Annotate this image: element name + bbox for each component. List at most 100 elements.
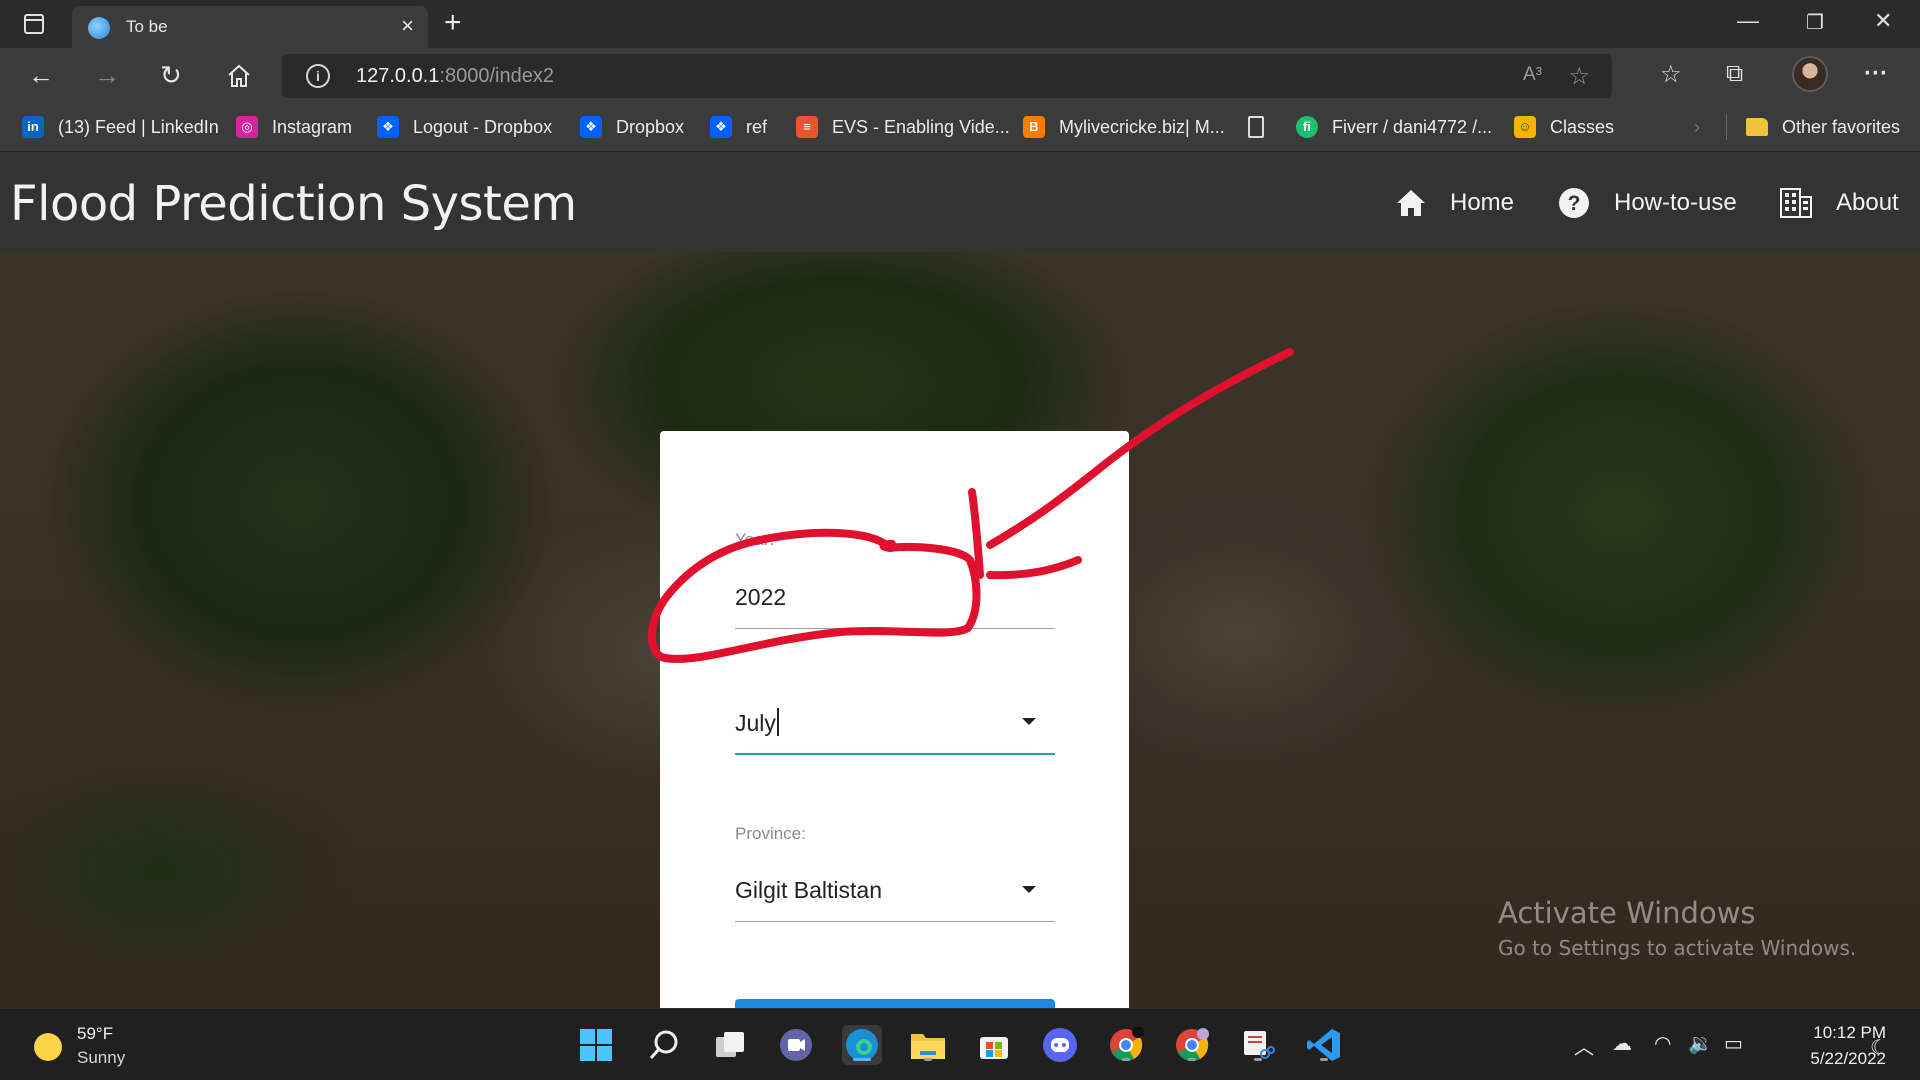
document-icon <box>1248 116 1264 138</box>
site-info-icon[interactable]: i <box>306 64 330 88</box>
bookmarks-divider <box>1726 114 1727 140</box>
province-select[interactable]: Gilgit Baltistan <box>735 877 882 904</box>
nav-home[interactable]: Home <box>1396 186 1514 220</box>
dropbox-icon: ❖ <box>710 116 732 138</box>
nav-about[interactable]: About <box>1780 186 1899 220</box>
prediction-form-card: Year: 2022 July Province: Gilgit Baltist… <box>660 431 1129 1039</box>
text-cursor <box>776 708 779 736</box>
activate-windows-title: Activate Windows <box>1498 896 1756 930</box>
microsoft-store-icon[interactable] <box>974 1025 1014 1065</box>
site-header: Flood Prediction System Home ? How-to-us… <box>0 152 1920 252</box>
battery-icon[interactable]: ▭ <box>1724 1031 1743 1056</box>
dropbox-icon: ❖ <box>580 116 602 138</box>
task-view-icon[interactable] <box>710 1025 750 1065</box>
running-app-indicator <box>924 1058 932 1061</box>
vscode-icon[interactable] <box>1304 1025 1344 1065</box>
linkedin-icon: in <box>22 116 44 138</box>
province-underline <box>735 921 1055 922</box>
favorites-icon[interactable]: ☆ <box>1660 60 1682 89</box>
chrome-profile-icon[interactable] <box>1172 1025 1212 1065</box>
svg-text:?: ? <box>1568 192 1581 215</box>
wifi-icon[interactable]: ◠ <box>1654 1031 1671 1056</box>
home-icon <box>1397 190 1425 216</box>
globe-icon <box>88 17 110 39</box>
bookmarks-bar: in (13) Feed | LinkedIn ◎ Instagram ❖ Logou… <box>0 104 1920 152</box>
home-icon[interactable] <box>226 63 252 89</box>
running-app-indicator <box>1254 1058 1262 1061</box>
folder-icon <box>1746 118 1768 136</box>
classroom-icon: ☺ <box>1514 116 1536 138</box>
province-dropdown-caret-icon[interactable] <box>1022 886 1036 893</box>
address-bar[interactable]: i 127.0.0.1:8000/index2 A³ ☆ <box>282 54 1612 98</box>
year-label: Year: <box>735 530 775 549</box>
edge-icon[interactable] <box>842 1025 882 1065</box>
windows-start-icon[interactable] <box>576 1025 616 1065</box>
search-icon[interactable] <box>644 1025 684 1065</box>
nav-how-to-use[interactable]: ? How-to-use <box>1558 186 1737 220</box>
bookmark-ref[interactable]: ❖ ref <box>710 114 767 140</box>
bookmark-logout-dropbox[interactable]: ❖ Logout - Dropbox <box>377 114 552 140</box>
close-window-icon[interactable]: ✕ <box>1874 8 1892 34</box>
profile-avatar[interactable] <box>1792 56 1828 92</box>
browser-toolbar: ← → ↻ i 127.0.0.1:8000/index2 A³ ☆ ☆ ⧉ ·… <box>0 48 1920 104</box>
snipping-tool-icon[interactable] <box>1238 1025 1278 1065</box>
more-menu-icon[interactable]: ··· <box>1864 60 1888 88</box>
back-icon[interactable]: ← <box>28 60 54 91</box>
minimize-icon[interactable]: — <box>1737 8 1759 34</box>
bookmark-linkedin[interactable]: in (13) Feed | LinkedIn <box>22 114 219 140</box>
bookmark-classes[interactable]: ☺ Classes <box>1514 114 1614 140</box>
site-title[interactable]: Flood Prediction System <box>10 176 577 232</box>
nav-home-label: Home <box>1450 189 1515 216</box>
sun-icon[interactable] <box>34 1033 62 1061</box>
show-hidden-icons-chevron-icon[interactable]: ︿ <box>1574 1031 1594 1060</box>
chrome-icon[interactable] <box>1106 1025 1146 1065</box>
nav-how-to-use-label: How-to-use <box>1614 189 1737 216</box>
clock-date[interactable]: 5/22/2022 <box>1770 1049 1886 1069</box>
bookmark-mylivecricket[interactable]: B Mylivecricke.biz| M... <box>1023 114 1225 140</box>
forward-icon[interactable]: → <box>94 60 120 91</box>
help-circle-icon: ? <box>1559 188 1589 218</box>
fiverr-icon: fi <box>1296 116 1318 138</box>
month-select-value: July <box>735 710 776 736</box>
browser-tab-active[interactable]: To be × <box>72 6 428 48</box>
notifications-moon-icon[interactable]: ☾ <box>1870 1035 1888 1060</box>
activate-windows-subtitle: Go to Settings to activate Windows. <box>1498 936 1857 960</box>
dropbox-icon: ❖ <box>377 116 399 138</box>
bookmark-other-favorites[interactable]: Other favorites <box>1746 114 1900 140</box>
bookmarks-overflow-icon[interactable]: › <box>1694 114 1700 140</box>
month-dropdown-caret-icon[interactable] <box>1022 718 1036 725</box>
discord-icon[interactable] <box>1040 1025 1080 1065</box>
volume-icon[interactable]: 🔉 <box>1688 1031 1713 1056</box>
url-text[interactable]: 127.0.0.1:8000/index2 <box>356 65 554 88</box>
month-select[interactable]: July <box>735 708 779 737</box>
tab-title: To be <box>126 17 168 36</box>
weather-temperature[interactable]: 59°F <box>77 1024 113 1044</box>
bookmark-document[interactable] <box>1248 114 1278 140</box>
blogger-icon: B <box>1023 116 1045 138</box>
browser-tab-strip: To be × + — ❐ ✕ <box>0 0 1920 48</box>
restore-icon[interactable]: ❐ <box>1806 10 1824 35</box>
instagram-icon: ◎ <box>236 116 258 138</box>
refresh-icon[interactable]: ↻ <box>160 60 182 91</box>
read-aloud-icon[interactable]: A³ <box>1523 64 1542 86</box>
bookmark-dropbox[interactable]: ❖ Dropbox <box>580 114 684 140</box>
bookmark-instagram[interactable]: ◎ Instagram <box>236 114 352 140</box>
bookmark-evs[interactable]: ≡ EVS - Enabling Vide... <box>796 114 1010 140</box>
windows-taskbar: 59°F Sunny ︿ ☁ ◠ 🔉 ▭ 10:12 PM 5/22/2022 … <box>0 1008 1920 1080</box>
tab-actions-icon[interactable] <box>18 12 50 36</box>
bookmark-fiverr[interactable]: fi Fiverr / dani4772 /... <box>1296 114 1492 140</box>
running-app-indicator <box>1122 1058 1130 1061</box>
file-explorer-icon[interactable] <box>908 1025 948 1065</box>
add-favorite-icon[interactable]: ☆ <box>1568 62 1590 91</box>
nav-about-label: About <box>1836 189 1899 216</box>
year-input[interactable]: 2022 <box>735 584 786 611</box>
close-tab-icon[interactable]: × <box>401 13 414 39</box>
teams-chat-icon[interactable] <box>776 1025 816 1065</box>
building-icon <box>1780 188 1812 218</box>
collections-icon[interactable]: ⧉ <box>1726 60 1743 88</box>
weather-condition[interactable]: Sunny <box>77 1048 125 1068</box>
year-underline <box>735 628 1055 629</box>
evs-icon: ≡ <box>796 116 818 138</box>
new-tab-button[interactable]: + <box>444 6 462 40</box>
onedrive-cloud-icon[interactable]: ☁ <box>1612 1031 1632 1056</box>
